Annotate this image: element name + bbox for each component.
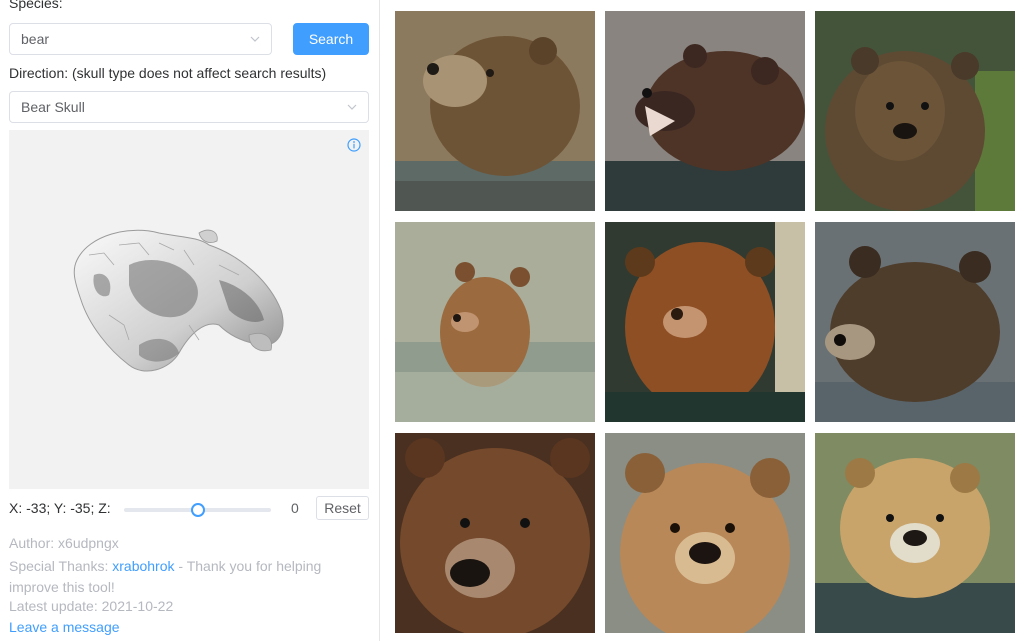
z-slider-value: 0 — [291, 500, 299, 516]
species-value: bear — [21, 31, 50, 47]
result-image[interactable] — [815, 222, 1015, 422]
result-image[interactable] — [395, 11, 595, 211]
bear-photo — [605, 11, 805, 211]
bear-photo — [815, 11, 1015, 211]
reset-button[interactable]: Reset — [316, 496, 369, 520]
rotation-coordinates: X: -33; Y: -35; Z: — [9, 500, 111, 516]
result-image[interactable] — [605, 222, 805, 422]
species-label: Species: — [9, 0, 63, 11]
chevron-down-icon — [250, 36, 260, 42]
search-button[interactable]: Search — [293, 23, 369, 55]
special-thanks-text: Special Thanks: xrabohrok - Thank you fo… — [9, 556, 339, 598]
result-image[interactable] — [815, 433, 1015, 633]
bear-photo — [395, 11, 595, 211]
result-image[interactable] — [605, 11, 805, 211]
bear-photo — [815, 222, 1015, 422]
direction-value: Bear Skull — [21, 99, 85, 115]
bear-photo — [605, 433, 805, 633]
control-panel: Species: bear Search Direction: (skull t… — [0, 0, 380, 641]
chevron-down-icon — [347, 104, 357, 110]
bear-photo — [395, 222, 595, 422]
result-image[interactable] — [815, 11, 1015, 211]
latest-update-text: Latest update: 2021-10-22 — [9, 598, 174, 614]
direction-label: Direction: (skull type does not affect s… — [9, 65, 327, 81]
info-icon[interactable] — [347, 138, 361, 152]
z-slider-handle[interactable] — [190, 503, 205, 517]
thanks-prefix: Special Thanks: — [9, 558, 113, 574]
direction-select[interactable]: Bear Skull — [9, 91, 369, 123]
bear-photo — [395, 433, 595, 633]
result-image[interactable] — [395, 222, 595, 422]
result-image[interactable] — [605, 433, 805, 633]
species-select[interactable]: bear — [9, 23, 272, 55]
result-image[interactable] — [395, 433, 595, 633]
thanks-link[interactable]: xrabohrok — [112, 558, 174, 574]
leave-message-link[interactable]: Leave a message — [9, 619, 120, 635]
bear-photo — [815, 433, 1015, 633]
bear-photo — [605, 222, 805, 422]
skull-3d-viewer[interactable] — [9, 130, 369, 489]
bear-skull-model[interactable] — [69, 225, 289, 385]
author-text: Author: x6udpngx — [9, 535, 119, 551]
